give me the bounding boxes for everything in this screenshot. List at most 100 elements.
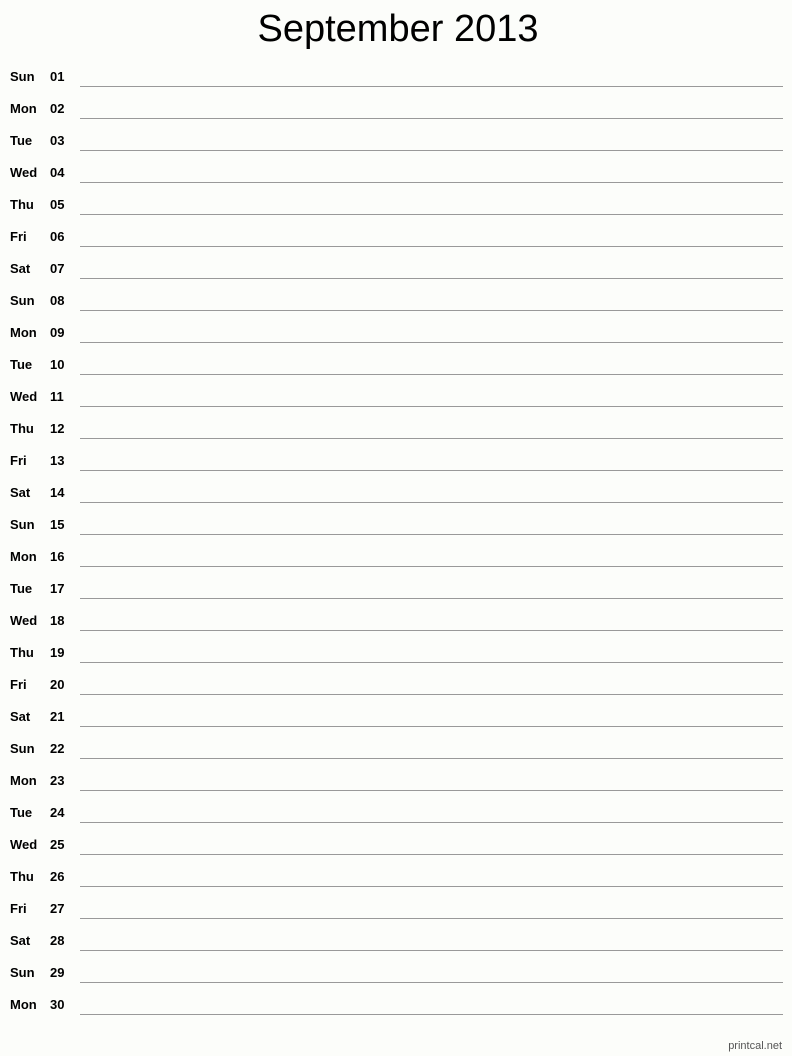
- day-row: Fri 13: [0, 444, 792, 476]
- day-row: Sun 08: [0, 284, 792, 316]
- day-of-week-label: Sun: [10, 69, 35, 84]
- day-of-week-label: Sat: [10, 709, 31, 724]
- writing-line: [80, 182, 783, 183]
- day-of-week-label: Mon: [10, 325, 37, 340]
- day-row: Mon 16: [0, 540, 792, 572]
- day-of-week-label: Fri: [10, 229, 27, 244]
- writing-line: [80, 86, 783, 87]
- day-of-week-label: Sun: [10, 293, 35, 308]
- day-number-label: 09: [50, 325, 65, 340]
- day-number-label: 03: [50, 133, 65, 148]
- writing-line: [80, 758, 783, 759]
- day-row: Fri 06: [0, 220, 792, 252]
- day-row: Sat 07: [0, 252, 792, 284]
- day-row: Wed 18: [0, 604, 792, 636]
- day-row: Sun 15: [0, 508, 792, 540]
- day-number-label: 29: [50, 965, 65, 980]
- day-row: Sat 21: [0, 700, 792, 732]
- day-row: Mon 30: [0, 988, 792, 1020]
- day-number-label: 10: [50, 357, 65, 372]
- day-of-week-label: Tue: [10, 357, 33, 372]
- writing-line: [80, 918, 783, 919]
- day-row: Tue 24: [0, 796, 792, 828]
- writing-line: [80, 566, 783, 567]
- writing-line: [80, 950, 783, 951]
- day-of-week-label: Wed: [10, 165, 38, 180]
- day-of-week-label: Fri: [10, 453, 27, 468]
- day-of-week-label: Mon: [10, 997, 37, 1012]
- day-number-label: 13: [50, 453, 65, 468]
- day-row: Thu 12: [0, 412, 792, 444]
- day-of-week-label: Sun: [10, 517, 35, 532]
- day-number-label: 14: [50, 485, 65, 500]
- day-number-label: 20: [50, 677, 65, 692]
- day-number-label: 22: [50, 741, 65, 756]
- day-number-label: 11: [50, 389, 64, 404]
- writing-line: [80, 502, 783, 503]
- day-of-week-label: Sat: [10, 485, 31, 500]
- day-of-week-label: Mon: [10, 101, 37, 116]
- day-number-label: 23: [50, 773, 65, 788]
- day-row: Tue 10: [0, 348, 792, 380]
- day-of-week-label: Wed: [10, 389, 38, 404]
- day-number-label: 24: [50, 805, 65, 820]
- day-of-week-label: Fri: [10, 677, 27, 692]
- writing-line: [80, 1014, 783, 1015]
- day-number-label: 21: [50, 709, 65, 724]
- day-row: Mon 02: [0, 92, 792, 124]
- writing-line: [80, 854, 783, 855]
- footer-credit: printcal.net: [728, 1040, 782, 1052]
- day-list: Sun 01 Mon 02 Tue 03 Wed 04 Thu 05 Fri 06 Sat 07 Sun 08…: [0, 60, 792, 1020]
- day-row: Sat 28: [0, 924, 792, 956]
- writing-line: [80, 726, 783, 727]
- day-of-week-label: Wed: [10, 613, 38, 628]
- day-row: Fri 20: [0, 668, 792, 700]
- day-row: Sun 22: [0, 732, 792, 764]
- day-number-label: 18: [50, 613, 65, 628]
- writing-line: [80, 118, 783, 119]
- writing-line: [80, 982, 783, 983]
- day-row: Thu 05: [0, 188, 792, 220]
- writing-line: [80, 694, 783, 695]
- day-number-label: 02: [50, 101, 65, 116]
- writing-line: [80, 534, 783, 535]
- day-of-week-label: Tue: [10, 133, 33, 148]
- day-of-week-label: Sat: [10, 261, 31, 276]
- day-row: Fri 27: [0, 892, 792, 924]
- day-number-label: 12: [50, 421, 65, 436]
- writing-line: [80, 822, 783, 823]
- day-number-label: 26: [50, 869, 65, 884]
- day-number-label: 16: [50, 549, 65, 564]
- writing-line: [80, 886, 783, 887]
- writing-line: [80, 150, 783, 151]
- day-number-label: 04: [50, 165, 65, 180]
- writing-line: [80, 342, 783, 343]
- day-row: Sun 29: [0, 956, 792, 988]
- day-row: Tue 17: [0, 572, 792, 604]
- day-number-label: 15: [50, 517, 65, 532]
- day-row: Thu 26: [0, 860, 792, 892]
- day-number-label: 01: [50, 69, 65, 84]
- day-of-week-label: Fri: [10, 901, 27, 916]
- day-of-week-label: Mon: [10, 549, 37, 564]
- day-of-week-label: Sun: [10, 965, 35, 980]
- day-number-label: 25: [50, 837, 65, 852]
- day-row: Thu 19: [0, 636, 792, 668]
- day-number-label: 30: [50, 997, 65, 1012]
- day-of-week-label: Mon: [10, 773, 37, 788]
- day-row: Mon 23: [0, 764, 792, 796]
- day-number-label: 06: [50, 229, 65, 244]
- writing-line: [80, 790, 783, 791]
- writing-line: [80, 630, 783, 631]
- day-of-week-label: Thu: [10, 645, 34, 660]
- day-row: Sat 14: [0, 476, 792, 508]
- writing-line: [80, 278, 783, 279]
- day-of-week-label: Wed: [10, 837, 38, 852]
- day-of-week-label: Thu: [10, 421, 34, 436]
- day-row: Wed 11: [0, 380, 792, 412]
- day-number-label: 17: [50, 581, 65, 596]
- day-number-label: 27: [50, 901, 65, 916]
- day-of-week-label: Sat: [10, 933, 31, 948]
- day-number-label: 28: [50, 933, 65, 948]
- writing-line: [80, 214, 783, 215]
